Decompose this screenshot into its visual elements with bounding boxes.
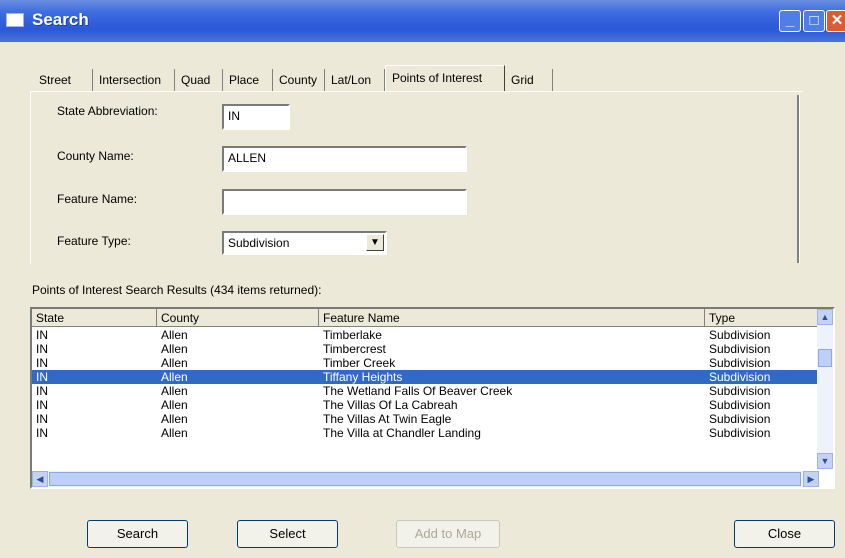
tab-grid[interactable]: Grid	[505, 69, 553, 91]
table-cell: Subdivision	[709, 412, 771, 426]
add-to-map-button[interactable]: Add to Map	[396, 520, 500, 548]
table-cell: Subdivision	[709, 342, 771, 356]
table-cell: Subdivision	[709, 328, 771, 342]
table-row[interactable]: IN Allen Timberlake Subdivision	[32, 328, 819, 342]
table-cell: The Wetland Falls Of Beaver Creek	[323, 384, 513, 398]
table-cell: Subdivision	[709, 384, 771, 398]
table-cell: Timberlake	[323, 328, 382, 342]
window-icon	[6, 13, 24, 27]
feature-type-value: Subdivision	[228, 236, 290, 250]
table-cell: Allen	[161, 412, 188, 426]
scroll-right-icon[interactable]: ▶	[803, 471, 819, 487]
table-row[interactable]: IN Allen Tiffany Heights Subdivision	[32, 370, 819, 384]
table-cell: IN	[36, 370, 48, 384]
table-cell: Allen	[161, 384, 188, 398]
scroll-left-icon[interactable]: ◀	[32, 471, 48, 487]
table-cell: Allen	[161, 370, 188, 384]
table-cell: IN	[36, 342, 48, 356]
table-cell: IN	[36, 412, 48, 426]
vertical-scrollbar[interactable]: ▲ ▼	[817, 309, 833, 469]
search-button[interactable]: Search	[87, 520, 188, 548]
select-button[interactable]: Select	[237, 520, 338, 548]
table-cell: The Villas At Twin Eagle	[323, 412, 452, 426]
state-abbreviation-input[interactable]: IN	[222, 104, 290, 130]
minimize-button[interactable]: _	[779, 10, 801, 32]
tab-quad[interactable]: Quad	[175, 69, 223, 91]
county-name-label: County Name:	[57, 149, 134, 163]
dropdown-arrow-icon[interactable]: ▼	[366, 234, 384, 251]
tab-panel-edge	[797, 95, 800, 263]
tab-intersection[interactable]: Intersection	[93, 69, 175, 91]
table-cell: IN	[36, 384, 48, 398]
table-cell: Timber Creek	[323, 356, 396, 370]
tab-lat-lon[interactable]: Lat/Lon	[325, 69, 385, 91]
tab-place[interactable]: Place	[223, 69, 273, 91]
table-row[interactable]: IN Allen Timber Creek Subdivision	[32, 356, 819, 370]
county-name-input[interactable]: ALLEN	[222, 146, 467, 172]
table-cell: IN	[36, 398, 48, 412]
table-row[interactable]: IN Allen Timbercrest Subdivision	[32, 342, 819, 356]
tab-street[interactable]: Street	[33, 69, 93, 91]
table-cell: Subdivision	[709, 370, 771, 384]
table-row[interactable]: IN Allen The Villas Of La Cabreah Subdivisi…	[32, 398, 819, 412]
column-header-type[interactable]: Type	[705, 309, 819, 327]
horizontal-scrollbar[interactable]: ◀ ▶	[32, 471, 819, 487]
table-cell: IN	[36, 426, 48, 440]
feature-name-label: Feature Name:	[57, 192, 138, 206]
table-cell: Timbercrest	[323, 342, 386, 356]
table-cell: Allen	[161, 328, 188, 342]
tab-points-of-interest[interactable]: Points of Interest	[385, 65, 505, 91]
table-row[interactable]: IN Allen The Villas At Twin Eagle Subdivisi…	[32, 412, 819, 426]
window-title: Search	[32, 10, 89, 29]
vertical-scroll-thumb[interactable]	[818, 349, 832, 367]
table-cell: Allen	[161, 356, 188, 370]
results-header: State County Feature Name Type	[32, 309, 819, 327]
table-cell: Subdivision	[709, 356, 771, 370]
table-cell: The Villas Of La Cabreah	[323, 398, 458, 412]
tab-county[interactable]: County	[273, 69, 325, 91]
table-cell: Allen	[161, 426, 188, 440]
results-label: Points of Interest Search Results (434 i…	[32, 283, 322, 297]
horizontal-scroll-thumb[interactable]	[49, 472, 801, 486]
title-bar[interactable]: Search _ □ ✕	[0, 0, 845, 42]
scroll-down-icon[interactable]: ▼	[817, 453, 833, 469]
table-cell: Allen	[161, 398, 188, 412]
table-cell: Subdivision	[709, 426, 771, 440]
state-abbreviation-label: State Abbreviation:	[57, 104, 158, 118]
feature-name-input[interactable]	[222, 189, 467, 215]
feature-type-label: Feature Type:	[57, 234, 131, 248]
table-row[interactable]: IN Allen The Wetland Falls Of Beaver Creek…	[32, 384, 819, 398]
column-header-state[interactable]: State	[32, 309, 157, 327]
table-row[interactable]: IN Allen The Villa at Chandler Landing Subd…	[32, 426, 819, 440]
table-cell: Allen	[161, 342, 188, 356]
table-cell: Subdivision	[709, 398, 771, 412]
column-header-feature-name[interactable]: Feature Name	[319, 309, 705, 327]
maximize-button[interactable]: □	[803, 10, 825, 32]
feature-type-select[interactable]: Subdivision ▼	[222, 231, 387, 255]
table-cell: IN	[36, 356, 48, 370]
table-cell: IN	[36, 328, 48, 342]
table-cell: The Villa at Chandler Landing	[323, 426, 481, 440]
table-cell: Tiffany Heights	[323, 370, 403, 384]
column-header-county[interactable]: County	[157, 309, 319, 327]
scroll-up-icon[interactable]: ▲	[817, 309, 833, 325]
results-list[interactable]: State County Feature Name Type IN Allen Ti…	[30, 307, 835, 489]
close-button[interactable]: Close	[734, 520, 835, 548]
close-window-button[interactable]: ✕	[826, 10, 845, 32]
